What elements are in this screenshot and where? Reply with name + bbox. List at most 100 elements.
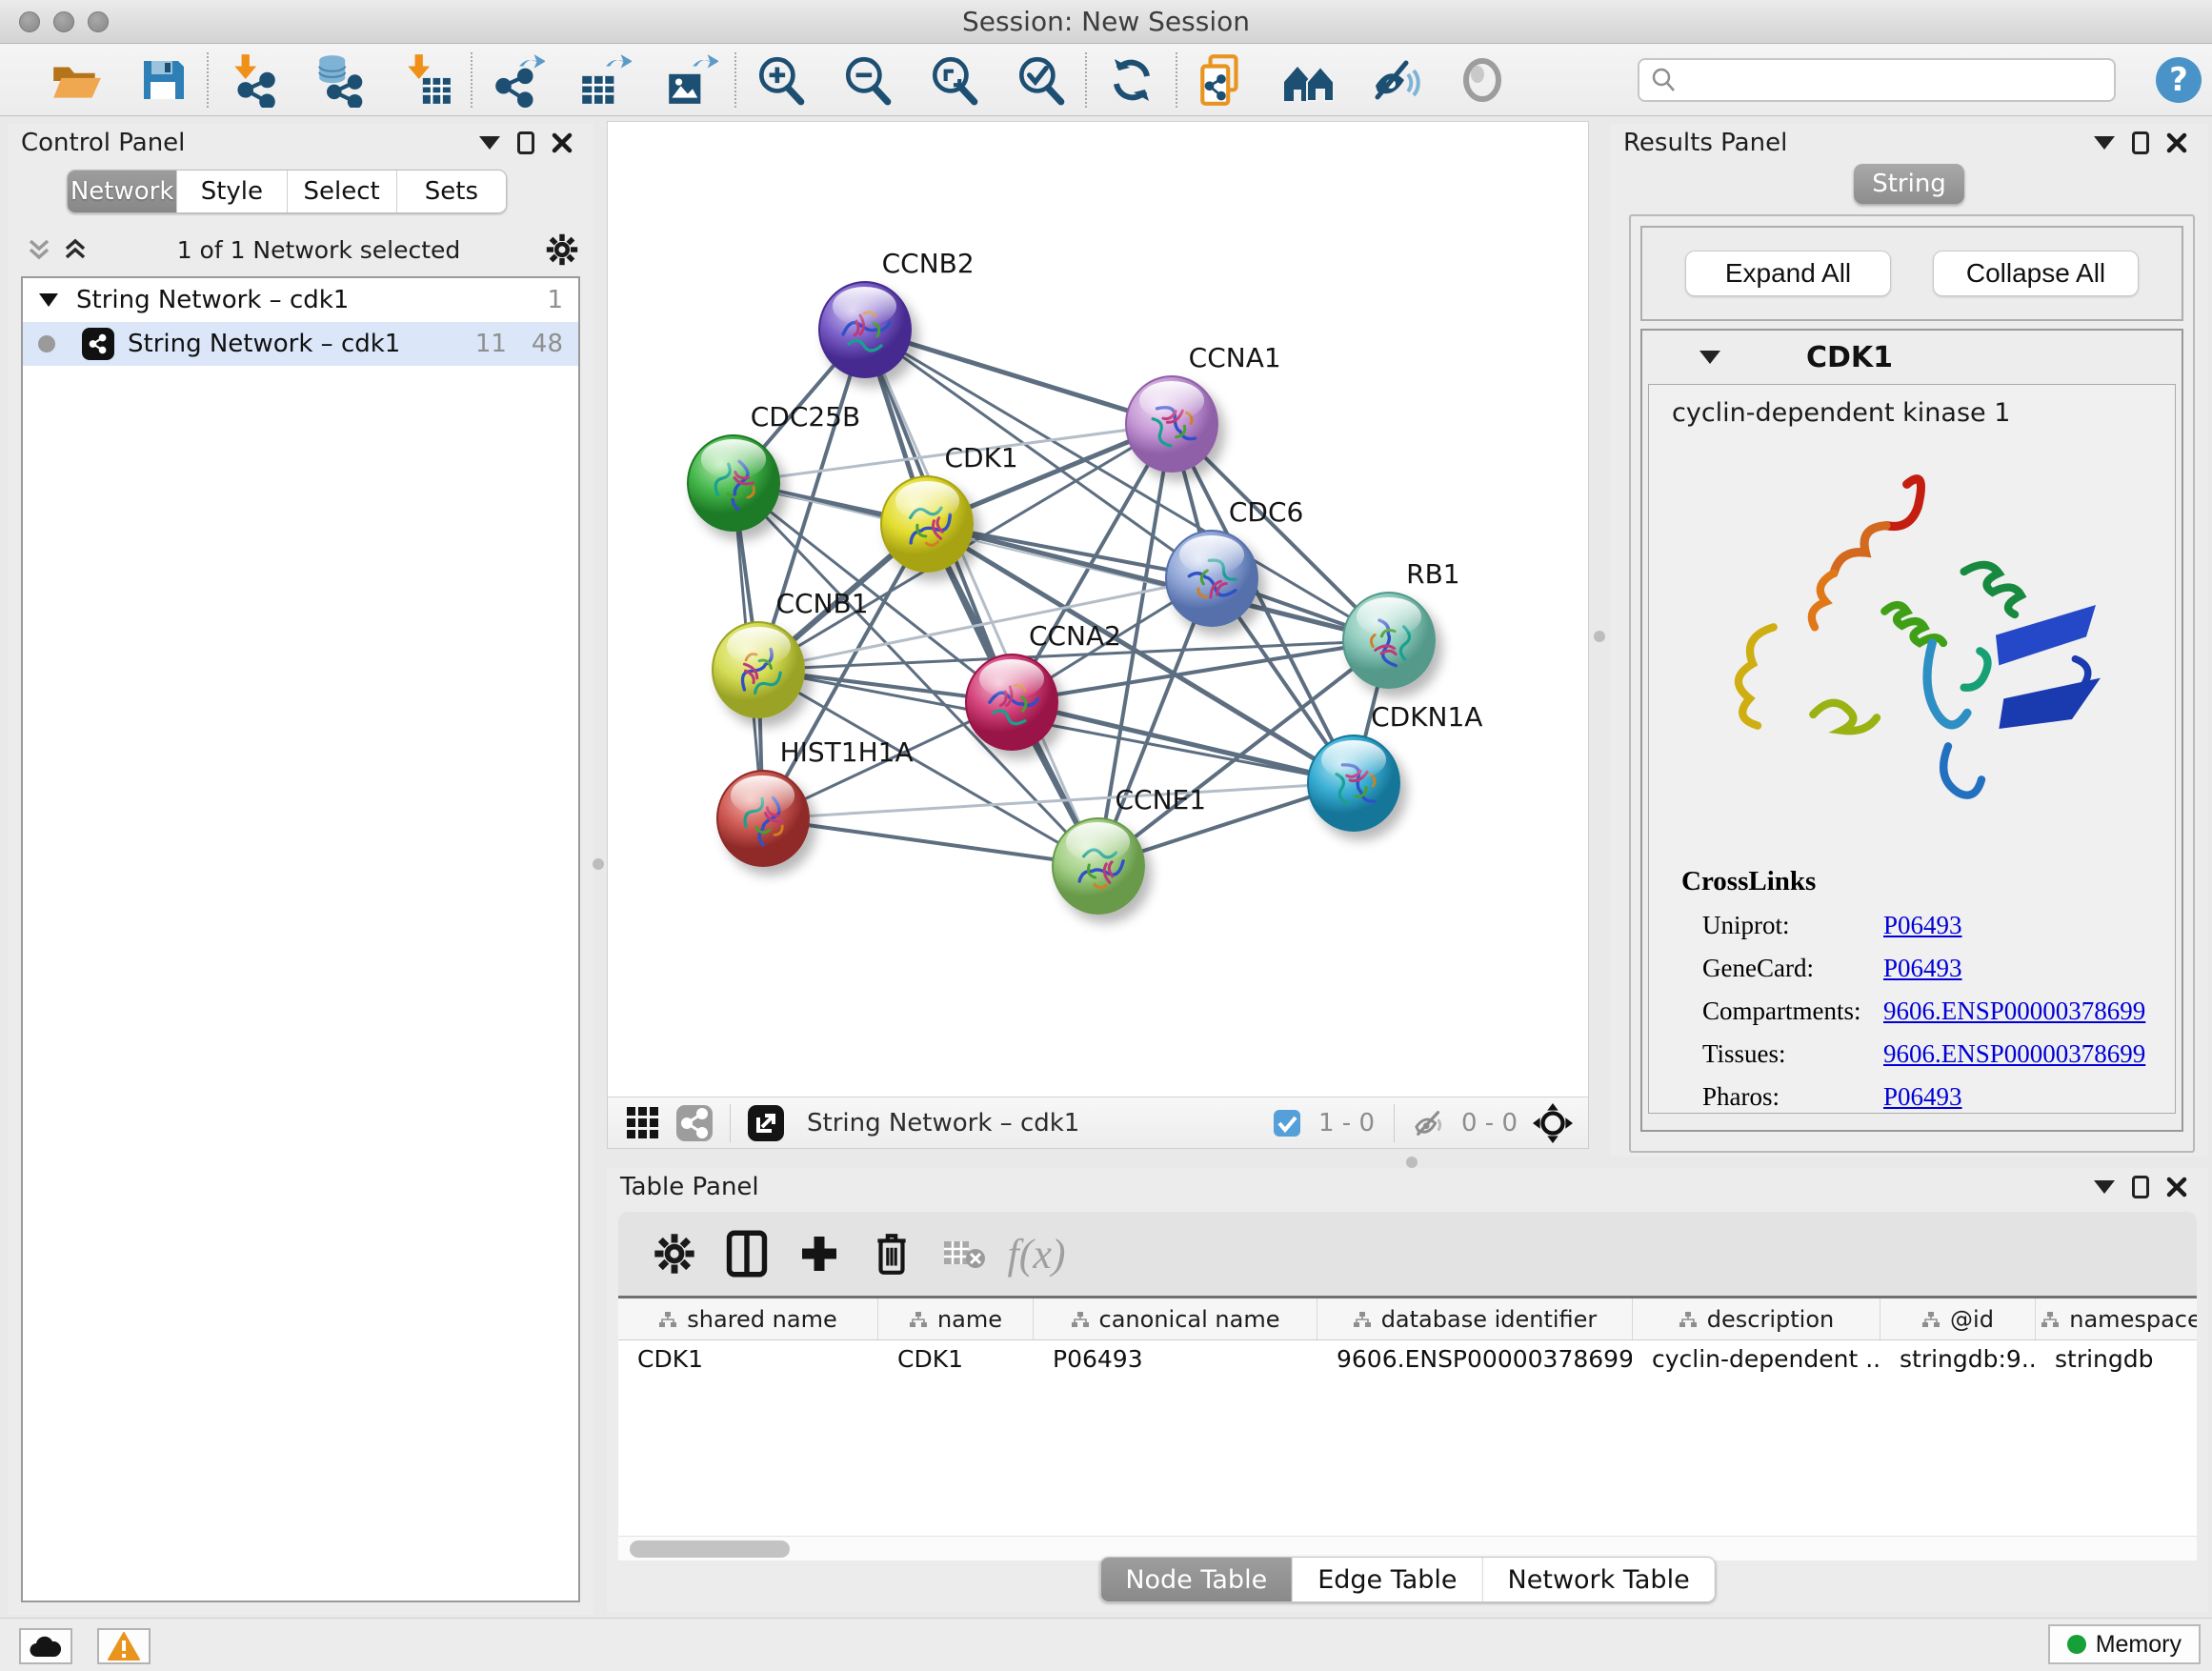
network-node-ccne1[interactable] [1052, 817, 1145, 915]
table-cell[interactable]: stringdb:9... [1880, 1340, 2036, 1380]
splitter-handle[interactable] [1406, 1157, 1418, 1168]
tab-node-table[interactable]: Node Table [1100, 1558, 1293, 1601]
network-share-icon[interactable] [669, 1102, 720, 1144]
open-in-new-window-icon[interactable] [740, 1102, 792, 1144]
gear-icon[interactable] [544, 235, 580, 264]
table-cell[interactable]: cyclin-dependent ... [1633, 1340, 1880, 1380]
table-cell[interactable]: CDK1 [618, 1340, 878, 1380]
tab-edge-table[interactable]: Edge Table [1293, 1558, 1482, 1601]
grid-view-icon[interactable] [617, 1102, 669, 1144]
network-node-ccnb1[interactable] [712, 621, 805, 718]
network-node-hist1h1a[interactable] [716, 770, 810, 867]
search-input[interactable] [1678, 61, 2104, 99]
collapse-all-button[interactable]: Collapse All [1933, 251, 2139, 296]
network-node-ccnb2[interactable] [818, 281, 912, 378]
tab-network-table[interactable]: Network Table [1483, 1558, 1715, 1601]
delete-table-icon[interactable] [935, 1224, 994, 1283]
window-minimize-button[interactable] [53, 11, 74, 32]
table-cell[interactable]: P06493 [1034, 1340, 1317, 1380]
memory-button[interactable]: Memory [2048, 1624, 2201, 1664]
column-header-database-identifier[interactable]: database identifier [1317, 1299, 1633, 1339]
zoom-out-button[interactable] [824, 49, 911, 111]
network-node-rb1[interactable] [1342, 592, 1436, 689]
import-network-button[interactable] [210, 49, 296, 111]
panel-close-icon[interactable] [2159, 129, 2195, 157]
pan-crosshair-icon[interactable] [1527, 1102, 1579, 1144]
export-image-button[interactable] [647, 49, 734, 111]
tab-network[interactable]: Network [68, 171, 177, 212]
delete-column-icon[interactable] [862, 1224, 921, 1283]
import-table-button[interactable] [383, 49, 470, 111]
hide-selected-button[interactable] [1352, 49, 1438, 111]
clone-network-button[interactable] [1178, 49, 1265, 111]
panel-float-icon[interactable] [508, 129, 544, 157]
apply-layout-button[interactable] [1088, 49, 1175, 111]
export-table-button[interactable] [560, 49, 647, 111]
panel-close-icon[interactable] [544, 129, 580, 157]
open-session-button[interactable] [32, 49, 119, 111]
splitter-handle[interactable] [593, 858, 604, 870]
show-graphics-details-button[interactable] [1265, 49, 1352, 111]
table-gear-icon[interactable] [645, 1224, 704, 1283]
table-cell[interactable]: stringdb [2036, 1340, 2197, 1380]
expand-all-networks-icon[interactable] [57, 235, 93, 264]
expand-all-button[interactable]: Expand All [1685, 251, 1891, 296]
crosslink-link[interactable]: P06493 [1883, 911, 1962, 940]
save-session-button[interactable] [119, 49, 206, 111]
crosslink-link[interactable]: 9606.ENSP00000378699 [1883, 997, 2145, 1026]
column-header-name[interactable]: name [878, 1299, 1034, 1339]
zoom-selected-button[interactable] [997, 49, 1084, 111]
cloud-button[interactable] [19, 1628, 72, 1664]
add-column-icon[interactable] [790, 1224, 849, 1283]
gene-header-row[interactable]: CDK1 [1642, 331, 2182, 384]
splitter-handle[interactable] [1594, 631, 1605, 642]
panel-menu-icon[interactable] [472, 129, 508, 157]
hidden-eye-slash-icon[interactable] [1404, 1102, 1456, 1144]
network-node-cdc25b[interactable] [687, 434, 780, 532]
network-node-cdc6[interactable] [1165, 530, 1258, 627]
search-box[interactable] [1638, 58, 2116, 102]
panel-float-icon[interactable] [2122, 1173, 2159, 1201]
zoom-fit-button[interactable] [911, 49, 997, 111]
selected-checkbox-icon[interactable] [1261, 1102, 1313, 1144]
warning-button[interactable] [97, 1628, 151, 1664]
network-canvas[interactable]: CCNB2CCNA1CDC25BCDK1CDC6RB1CCNB1CCNA2CDK… [607, 121, 1589, 1097]
tab-string[interactable]: String [1854, 164, 1964, 204]
network-node-count: 11 [475, 330, 507, 358]
panel-menu-icon[interactable] [2086, 129, 2122, 157]
column-header--id[interactable]: @id [1880, 1299, 2036, 1339]
panel-menu-icon[interactable] [2086, 1173, 2122, 1201]
column-header-shared-name[interactable]: shared name [618, 1299, 878, 1339]
scrollbar-thumb[interactable] [630, 1540, 790, 1558]
network-collection-row[interactable]: String Network – cdk1 1 [23, 278, 578, 322]
zoom-in-button[interactable] [737, 49, 824, 111]
tab-style[interactable]: Style [177, 171, 287, 212]
crosslink-link[interactable]: 9606.ENSP00000378699 [1883, 1039, 2145, 1069]
application-window: Session: New Session [0, 0, 2212, 1671]
network-node-ccna1[interactable] [1125, 375, 1218, 473]
tab-sets[interactable]: Sets [397, 171, 506, 212]
table-cell[interactable]: 9606.ENSP00000378699 [1317, 1340, 1633, 1380]
panel-float-icon[interactable] [2122, 129, 2159, 157]
window-zoom-button[interactable] [88, 11, 109, 32]
tab-select[interactable]: Select [288, 171, 397, 212]
crosslink-link[interactable]: P06493 [1883, 1082, 1962, 1112]
show-all-button[interactable] [1438, 49, 1525, 111]
window-close-button[interactable] [19, 11, 40, 32]
column-header-canonical-name[interactable]: canonical name [1034, 1299, 1317, 1339]
collapse-all-networks-icon[interactable] [21, 235, 57, 264]
function-builder-icon[interactable]: f(x) [1007, 1224, 1066, 1283]
zoom-selected-icon [1014, 52, 1069, 108]
network-row[interactable]: String Network – cdk1 11 48 [23, 322, 578, 366]
table-cell[interactable]: CDK1 [878, 1340, 1034, 1380]
show-columns-icon[interactable] [717, 1224, 776, 1283]
network-node-ccna2[interactable] [965, 654, 1058, 751]
help-button[interactable]: ? [2155, 56, 2202, 104]
column-header-description[interactable]: description [1633, 1299, 1880, 1339]
network-node-cdkn1a[interactable] [1307, 735, 1400, 832]
export-network-button[interactable] [473, 49, 560, 111]
import-network-from-database-button[interactable] [296, 49, 383, 111]
crosslink-link[interactable]: P06493 [1883, 954, 1962, 983]
panel-close-icon[interactable] [2159, 1173, 2195, 1201]
column-header-namespace[interactable]: namespace [2036, 1299, 2197, 1339]
